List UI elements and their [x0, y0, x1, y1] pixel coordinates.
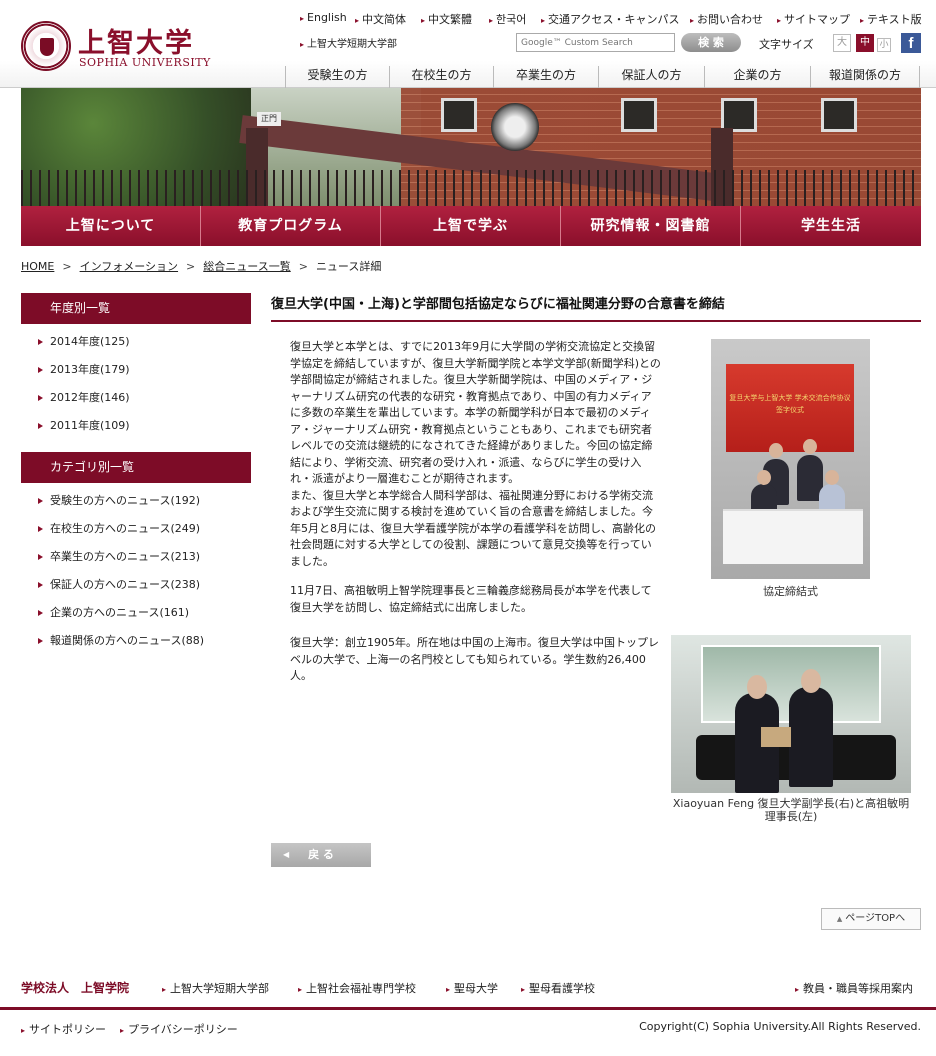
- sidebar-item-prospective[interactable]: 受験生の方へのニュース(192): [21, 487, 251, 515]
- breadcrumb-information[interactable]: インフォメーション: [80, 260, 178, 273]
- font-size-medium-button[interactable]: 中: [856, 34, 874, 52]
- breadcrumb: HOME > インフォメーション > 総合ニュース一覧 > ニュース詳細: [21, 258, 381, 274]
- breadcrumb-separator: >: [186, 260, 196, 273]
- footer-links: 学校法人 上智学院 上智大学短期大学部 上智社会福祉専門学校 聖母大学 聖母看護…: [21, 979, 921, 997]
- gate-emblem-icon: [491, 103, 539, 151]
- link-junior-college[interactable]: 上智大学短期大学部: [300, 35, 397, 50]
- link-text-version[interactable]: テキスト版: [860, 11, 922, 27]
- link-chinese-traditional[interactable]: 中文繁體: [421, 11, 472, 27]
- footer-corporation-link[interactable]: 学校法人 上智学院: [21, 979, 129, 996]
- audience-guardians[interactable]: 保証人の方: [598, 66, 704, 88]
- link-chinese-simplified[interactable]: 中文简体: [355, 11, 406, 27]
- sidebar-item-companies[interactable]: 企業の方へのニュース(161): [21, 599, 251, 627]
- photo-caption: 協定締結式: [763, 585, 818, 598]
- sidebar-item-alumni[interactable]: 卒業生の方へのニュース(213): [21, 543, 251, 571]
- university-logo[interactable]: 上智大学 SOPHIA UNIVERSITY: [21, 21, 211, 73]
- footer-link-seibo-nursing[interactable]: 聖母看護学校: [521, 980, 595, 996]
- logo-japanese-name: 上智大学: [78, 28, 194, 59]
- breadcrumb-separator: >: [298, 260, 308, 273]
- font-size-label: 文字サイズ: [759, 38, 814, 51]
- footer-link-recruit[interactable]: 教員・職員等採用案内: [795, 980, 913, 996]
- footer-link-social-welfare[interactable]: 上智社会福祉専門学校: [298, 980, 416, 996]
- sidebar-item-2011[interactable]: 2011年度(109): [21, 412, 251, 440]
- signing-ceremony-photo: 复旦大学与上智大学 学术交流合作协议 签字仪式: [711, 339, 870, 579]
- article-body-1: 復旦大学と本学とは、すでに2013年9月に大学間の学術交流協定と交換留学協定を締…: [290, 339, 662, 570]
- handshake-photo: [671, 635, 911, 793]
- hero-image-main-gate: 正門: [21, 88, 921, 206]
- sidebar-item-2012[interactable]: 2012年度(146): [21, 384, 251, 412]
- link-english[interactable]: English: [300, 11, 347, 24]
- search-button[interactable]: 検 索: [681, 33, 741, 52]
- audience-alumni[interactable]: 卒業生の方: [493, 66, 598, 88]
- site-header: 上智大学 SOPHIA UNIVERSITY English 中文简体 中文繁體…: [0, 0, 936, 88]
- nav-student-life[interactable]: 学生生活: [741, 206, 921, 246]
- footer-site-policy[interactable]: サイトポリシー: [21, 1021, 106, 1037]
- nav-about-sophia[interactable]: 上智について: [21, 206, 201, 246]
- sidebar-category-heading: カテゴリ別一覧: [21, 452, 251, 483]
- breadcrumb-news-list[interactable]: 総合ニュース一覧: [203, 260, 290, 273]
- sidebar-item-2014[interactable]: 2014年度(125): [21, 328, 251, 356]
- footer-divider: [0, 1007, 936, 1010]
- facebook-icon[interactable]: f: [901, 33, 921, 53]
- audience-press[interactable]: 報道関係の方: [810, 66, 920, 88]
- article-title: 復旦大学(中国・上海)と学部間包括協定ならびに福祉関連分野の合意書を締結: [271, 293, 921, 322]
- category-list: 受験生の方へのニュース(192) 在校生の方へのニュース(249) 卒業生の方へ…: [21, 483, 251, 667]
- sidebar-item-press[interactable]: 報道関係の方へのニュース(88): [21, 627, 251, 655]
- search-input[interactable]: [516, 33, 675, 52]
- logo-english-name: SOPHIA UNIVERSITY: [79, 56, 211, 69]
- sidebar-item-2013[interactable]: 2013年度(179): [21, 356, 251, 384]
- link-korean[interactable]: 한국어: [489, 11, 526, 27]
- article-paragraph: 11月7日、高祖敏明上智学院理事長と三輪義彦総務局長が本学を代表して復旦大学を訪…: [290, 584, 652, 614]
- footer-link-seibo-university[interactable]: 聖母大学: [446, 980, 498, 996]
- nav-study-at-sophia[interactable]: 上智で学ぶ: [381, 206, 561, 246]
- year-list: 2014年度(125) 2013年度(179) 2012年度(146) 2011…: [21, 324, 251, 452]
- sidebar: 年度別一覧 2014年度(125) 2013年度(179) 2012年度(146…: [21, 293, 251, 667]
- back-button[interactable]: ◀ 戻 る: [271, 843, 371, 867]
- gate-sign: 正門: [257, 112, 281, 126]
- photo-caption: Xiaoyuan Feng 復旦大学副学長(右)と高祖敏明理事長(左): [672, 797, 910, 823]
- link-access-campus[interactable]: 交通アクセス・キャンパス: [541, 11, 679, 27]
- footer-privacy-policy[interactable]: プライバシーポリシー: [120, 1021, 238, 1037]
- nav-research-library[interactable]: 研究情報・図書館: [561, 206, 741, 246]
- font-size-large-button[interactable]: 大: [833, 34, 851, 52]
- sidebar-item-guardians[interactable]: 保証人の方へのニュース(238): [21, 571, 251, 599]
- breadcrumb-separator: >: [62, 260, 72, 273]
- university-seal-icon: [21, 21, 71, 71]
- nav-education-programs[interactable]: 教育プログラム: [201, 206, 381, 246]
- audience-prospective-students[interactable]: 受験生の方: [285, 66, 389, 88]
- font-size-small-button[interactable]: 小: [877, 38, 891, 52]
- audience-current-students[interactable]: 在校生の方: [389, 66, 493, 88]
- breadcrumb-current: ニュース詳細: [315, 260, 382, 273]
- breadcrumb-home[interactable]: HOME: [21, 260, 54, 273]
- back-arrow-icon: ◀: [283, 850, 290, 859]
- main-nav: 上智について 教育プログラム 上智で学ぶ 研究情報・図書館 学生生活: [21, 206, 921, 246]
- projection-screen: 复旦大学与上智大学 学术交流合作协议 签字仪式: [726, 364, 854, 452]
- sidebar-year-heading: 年度別一覧: [21, 293, 251, 324]
- article-paragraph: 復旦大学：創立1905年。所在地は中国の上海市。復旦大学は中国トップレベルの大学…: [290, 636, 659, 682]
- sidebar-item-current[interactable]: 在校生の方へのニュース(249): [21, 515, 251, 543]
- link-contact[interactable]: お問い合わせ: [690, 11, 763, 27]
- footer-link-junior-college[interactable]: 上智大学短期大学部: [162, 980, 269, 996]
- link-sitemap[interactable]: サイトマップ: [777, 11, 850, 27]
- article-paragraph: また、復旦大学と本学総合人間科学部は、福祉関連分野における学術交流および学生交流…: [290, 488, 656, 568]
- audience-nav: 受験生の方 在校生の方 卒業生の方 保証人の方 企業の方 報道関係の方: [285, 66, 920, 88]
- article-paragraph: 復旦大学と本学とは、すでに2013年9月に大学間の学術交流協定と交換留学協定を締…: [290, 340, 661, 485]
- copyright: Copyright(C) Sophia University.All Right…: [639, 1020, 921, 1033]
- audience-companies[interactable]: 企業の方: [704, 66, 810, 88]
- page-top-button[interactable]: ページTOPへ: [821, 908, 921, 930]
